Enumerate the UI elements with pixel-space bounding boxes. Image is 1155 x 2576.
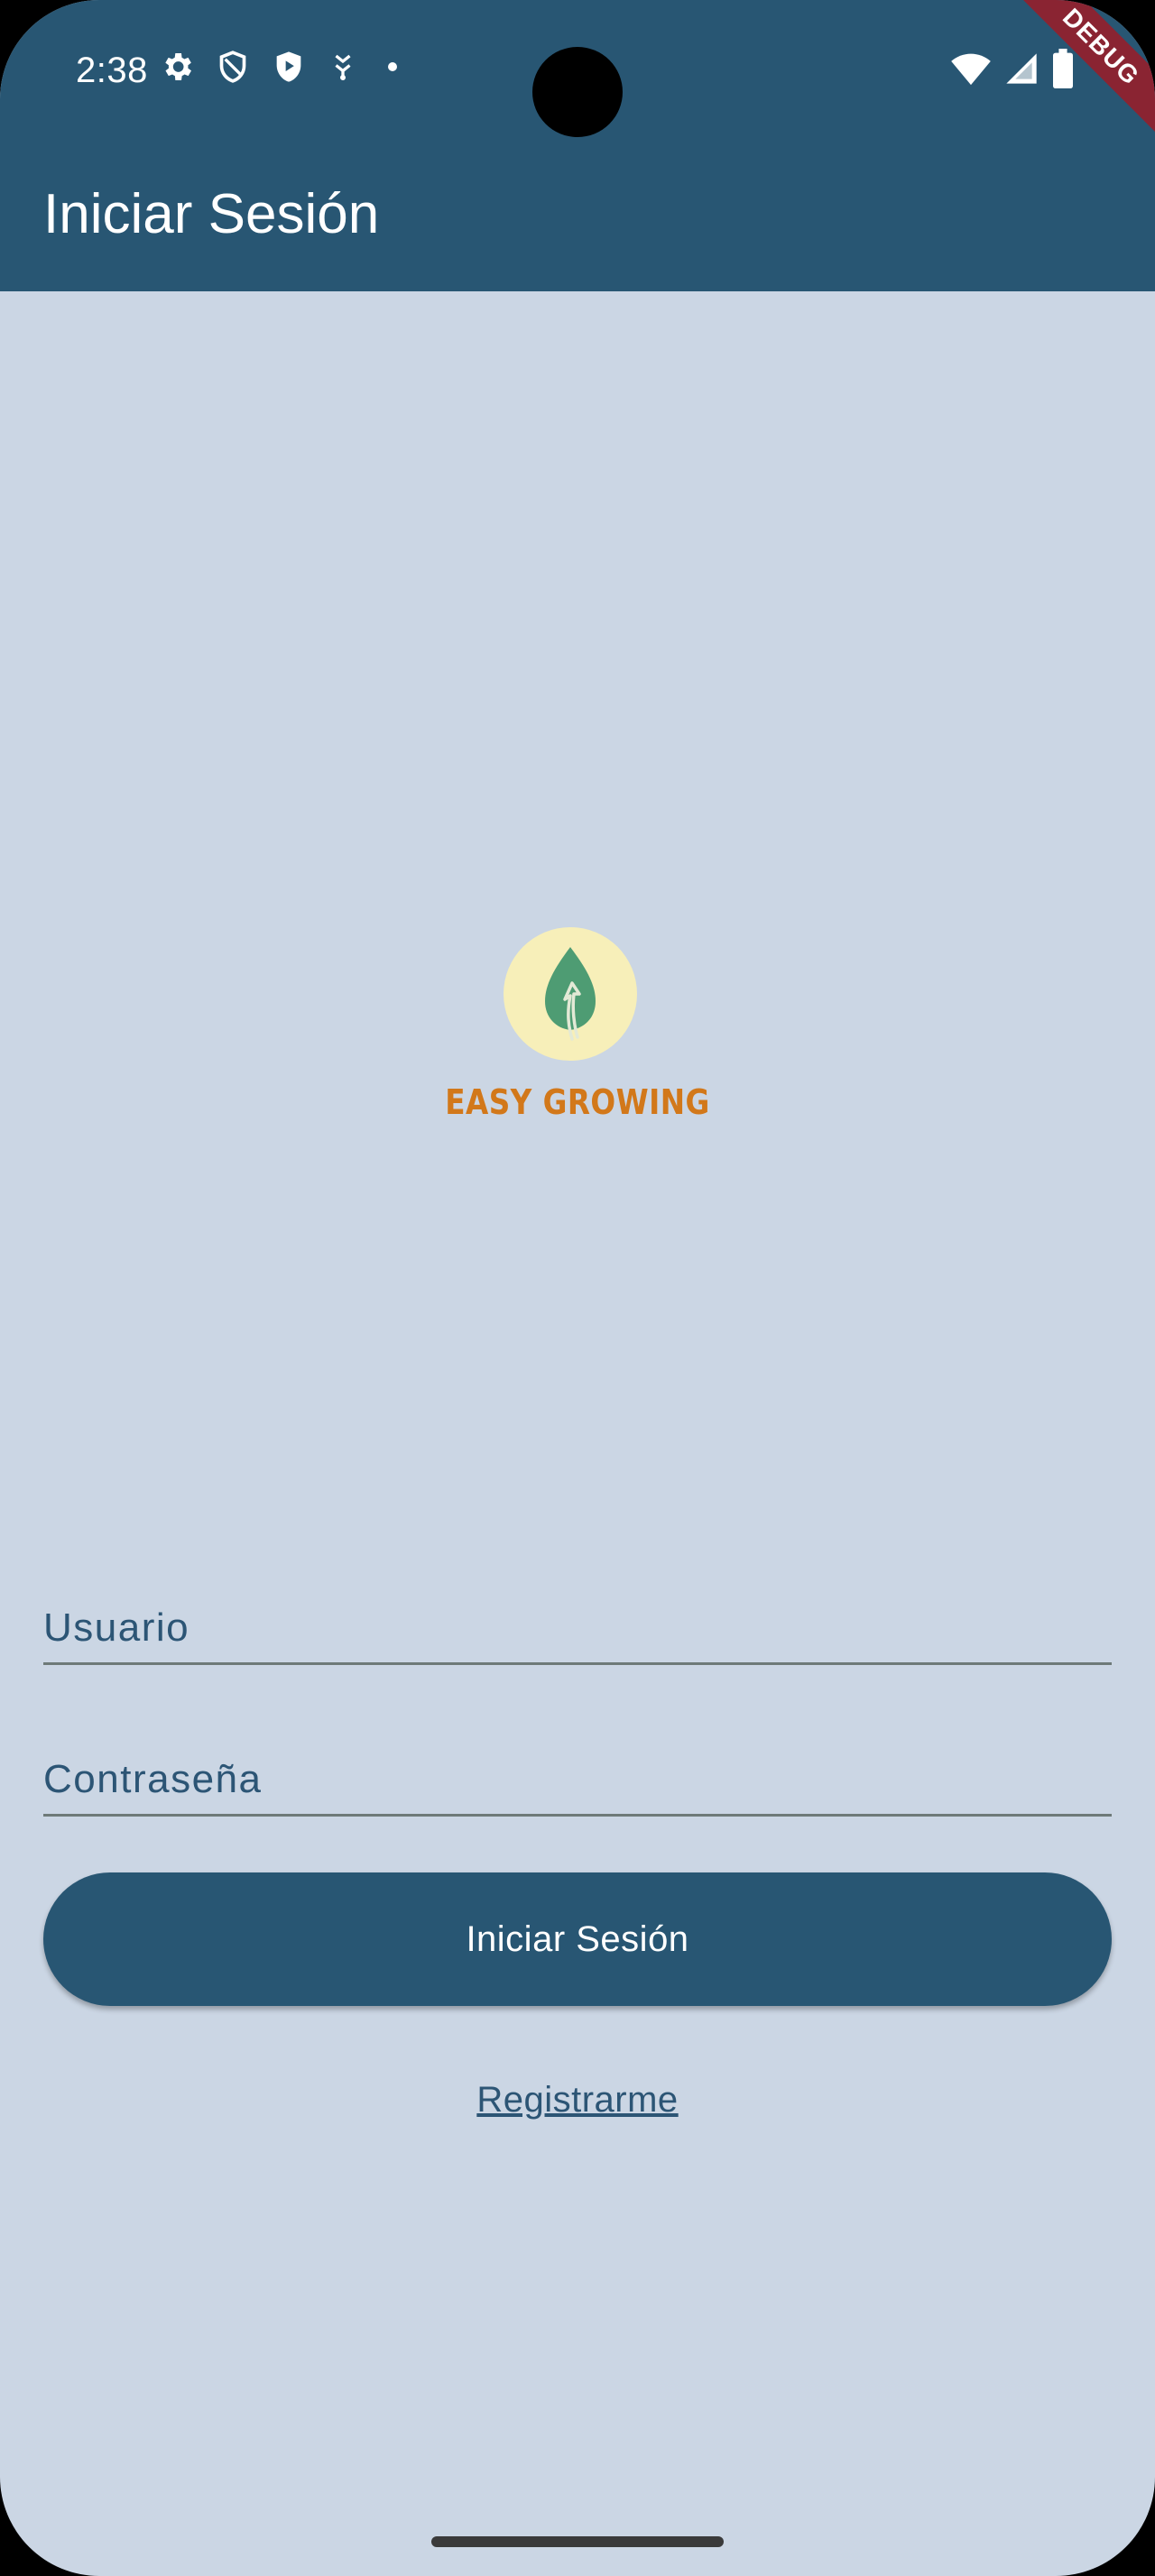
camera-cutout <box>532 47 623 137</box>
leaf-icon <box>545 947 596 1041</box>
page-title: Iniciar Sesión <box>43 183 380 245</box>
play-protect-icon <box>271 49 307 85</box>
username-field[interactable] <box>43 1557 1112 1665</box>
app-logo <box>504 927 637 1061</box>
home-indicator[interactable] <box>431 2536 724 2547</box>
login-button[interactable]: Iniciar Sesión <box>43 1872 1112 2006</box>
password-input[interactable] <box>43 1708 1112 1814</box>
status-icons-right <box>951 49 1074 92</box>
username-input[interactable] <box>43 1557 1112 1662</box>
register-link[interactable]: Registrarme <box>397 2075 758 2125</box>
battery-icon <box>1052 49 1074 92</box>
settings-icon <box>159 49 195 85</box>
phone-screen: 2:38 DEBUG Iniciar Sesión EASY GROWING U… <box>0 0 1155 2576</box>
brand-name: EASY GROWING <box>445 1082 710 1122</box>
status-time: 2:38 <box>76 51 148 90</box>
signal-icon <box>1003 51 1040 90</box>
password-field[interactable] <box>43 1708 1112 1817</box>
shield-icon <box>215 49 251 85</box>
status-icons-left <box>159 49 406 85</box>
location-icon <box>327 51 359 83</box>
wifi-icon <box>951 51 991 90</box>
top-app-bar: 2:38 DEBUG Iniciar Sesión <box>0 0 1155 291</box>
dot-icon <box>379 53 406 80</box>
